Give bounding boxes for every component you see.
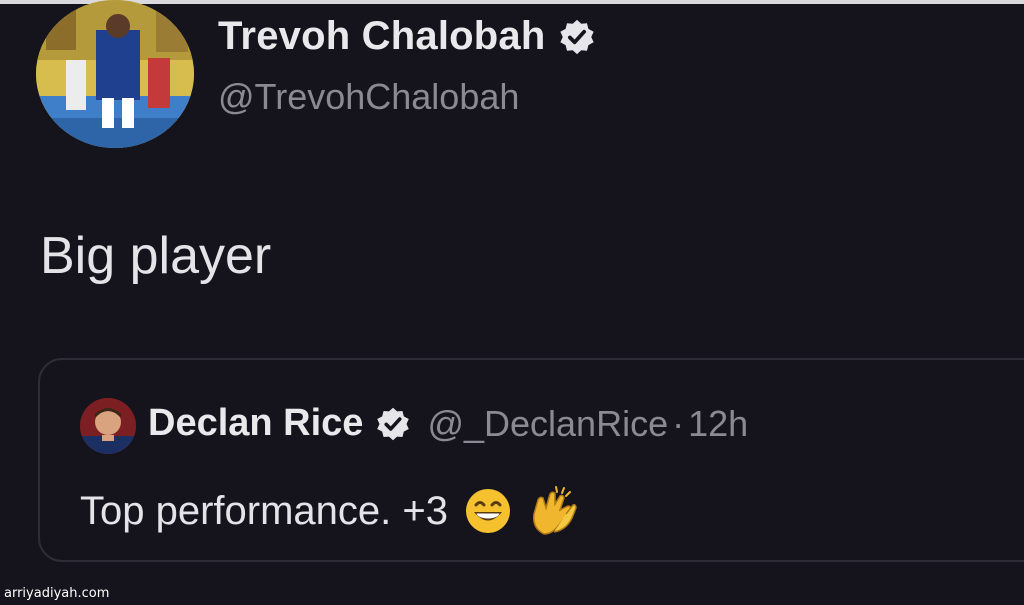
grinning-face-icon xyxy=(464,487,512,535)
quoted-tweet-time[interactable]: 12h xyxy=(688,403,748,445)
tweet-text: Big player xyxy=(40,227,272,285)
quoted-verified-badge-icon xyxy=(375,406,411,442)
time-separator: · xyxy=(672,402,685,444)
quoted-tweet-header: Declan Rice @_DeclanRice · 12h xyxy=(148,402,748,445)
quoted-author-display-name[interactable]: Declan Rice xyxy=(148,402,363,445)
quoted-tweet-body: Top performance. +3 xyxy=(80,484,580,538)
top-edge-strip xyxy=(0,0,1024,4)
quoted-author-handle[interactable]: @_DeclanRice xyxy=(427,403,668,445)
site-watermark: arriyadiyah.com xyxy=(4,586,110,601)
author-name-row: Trevoh Chalobah xyxy=(218,14,596,59)
author-handle[interactable]: @TrevohChalobah xyxy=(218,76,519,118)
author-avatar[interactable] xyxy=(36,0,194,148)
author-display-name[interactable]: Trevoh Chalobah xyxy=(218,14,546,59)
quoted-author-avatar[interactable] xyxy=(80,398,136,454)
verified-badge-icon xyxy=(558,18,596,56)
quoted-tweet-text: Top performance. +3 xyxy=(80,488,448,533)
clapping-hands-icon xyxy=(526,484,580,538)
